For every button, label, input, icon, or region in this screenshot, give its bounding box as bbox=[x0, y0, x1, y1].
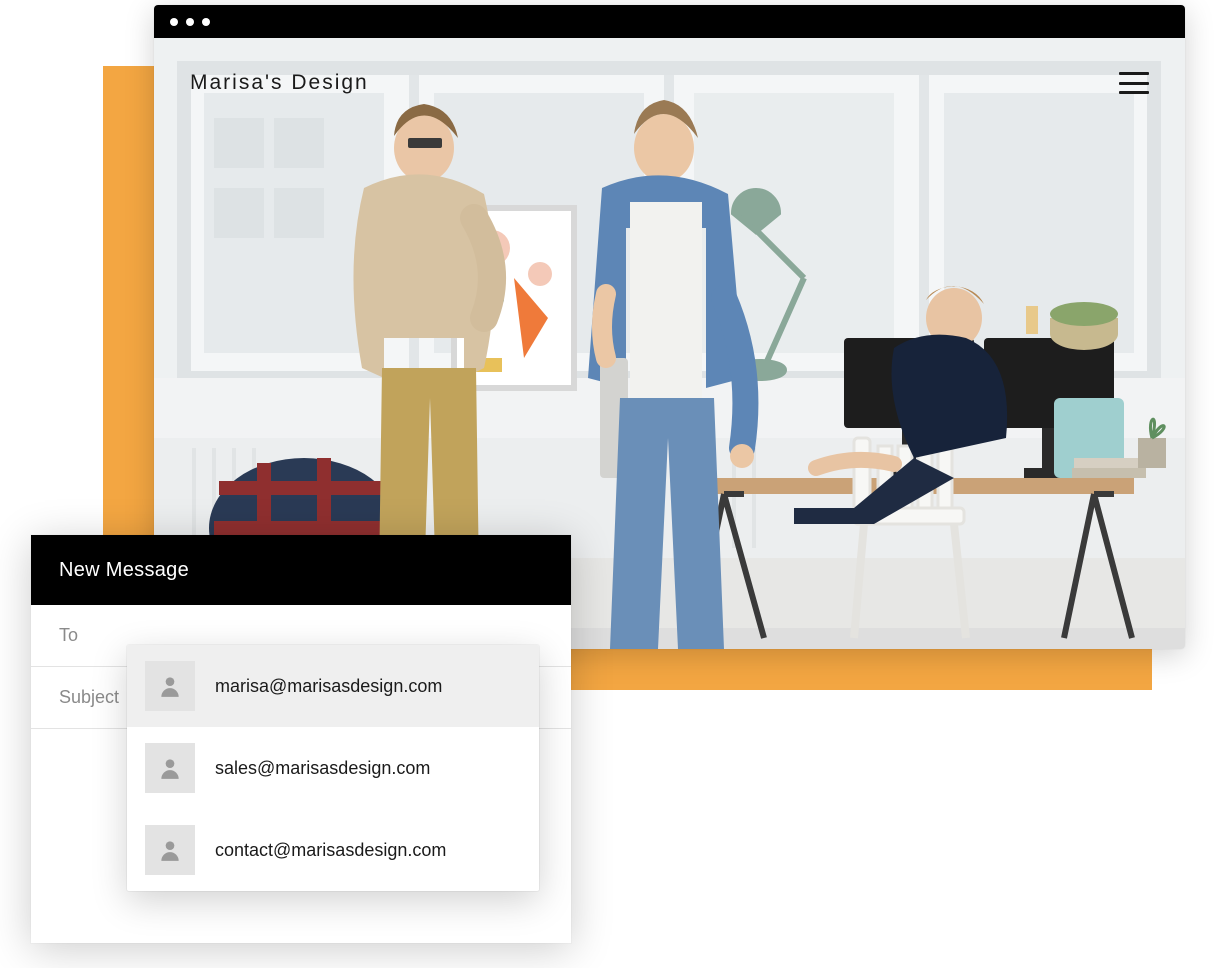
browser-titlebar bbox=[154, 5, 1185, 38]
site-header: Marisa's Design bbox=[154, 38, 1185, 128]
window-dot-1[interactable] bbox=[170, 18, 178, 26]
hamburger-icon bbox=[1119, 72, 1149, 75]
subject-label: Subject bbox=[59, 687, 119, 708]
contact-avatar-icon bbox=[145, 825, 195, 875]
compose-header: New Message bbox=[31, 535, 571, 605]
to-label: To bbox=[59, 625, 78, 646]
recipient-autocomplete: marisa@marisasdesign.com sales@marisasde… bbox=[127, 645, 539, 891]
compose-title: New Message bbox=[59, 559, 189, 582]
autocomplete-item[interactable]: contact@marisasdesign.com bbox=[127, 809, 539, 891]
autocomplete-email: sales@marisasdesign.com bbox=[215, 758, 430, 779]
site-title: Marisa's Design bbox=[190, 71, 369, 95]
contact-avatar-icon bbox=[145, 743, 195, 793]
window-dot-2[interactable] bbox=[186, 18, 194, 26]
hamburger-menu-button[interactable] bbox=[1119, 72, 1149, 94]
contact-avatar-icon bbox=[145, 661, 195, 711]
autocomplete-item[interactable]: sales@marisasdesign.com bbox=[127, 727, 539, 809]
autocomplete-email: contact@marisasdesign.com bbox=[215, 840, 446, 861]
autocomplete-item[interactable]: marisa@marisasdesign.com bbox=[127, 645, 539, 727]
window-dot-3[interactable] bbox=[202, 18, 210, 26]
autocomplete-email: marisa@marisasdesign.com bbox=[215, 676, 442, 697]
